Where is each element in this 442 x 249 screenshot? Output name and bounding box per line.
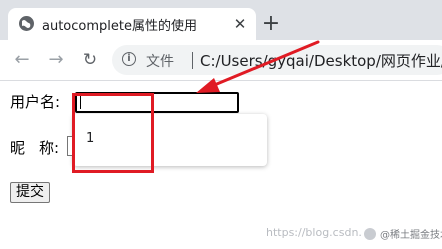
browser-window: autocomplete属性的使用 ✕ + ← → ↻ i 文件 C:/User… xyxy=(0,0,442,249)
arrow-icon xyxy=(196,40,320,93)
watermark-url: https://blog.csdn. xyxy=(266,226,362,239)
community-logo-icon xyxy=(364,228,376,240)
watermark-badge: @稀土掘金技术社区 xyxy=(364,226,442,242)
watermark-badge-text: @稀土掘金技术社区 xyxy=(380,230,442,241)
